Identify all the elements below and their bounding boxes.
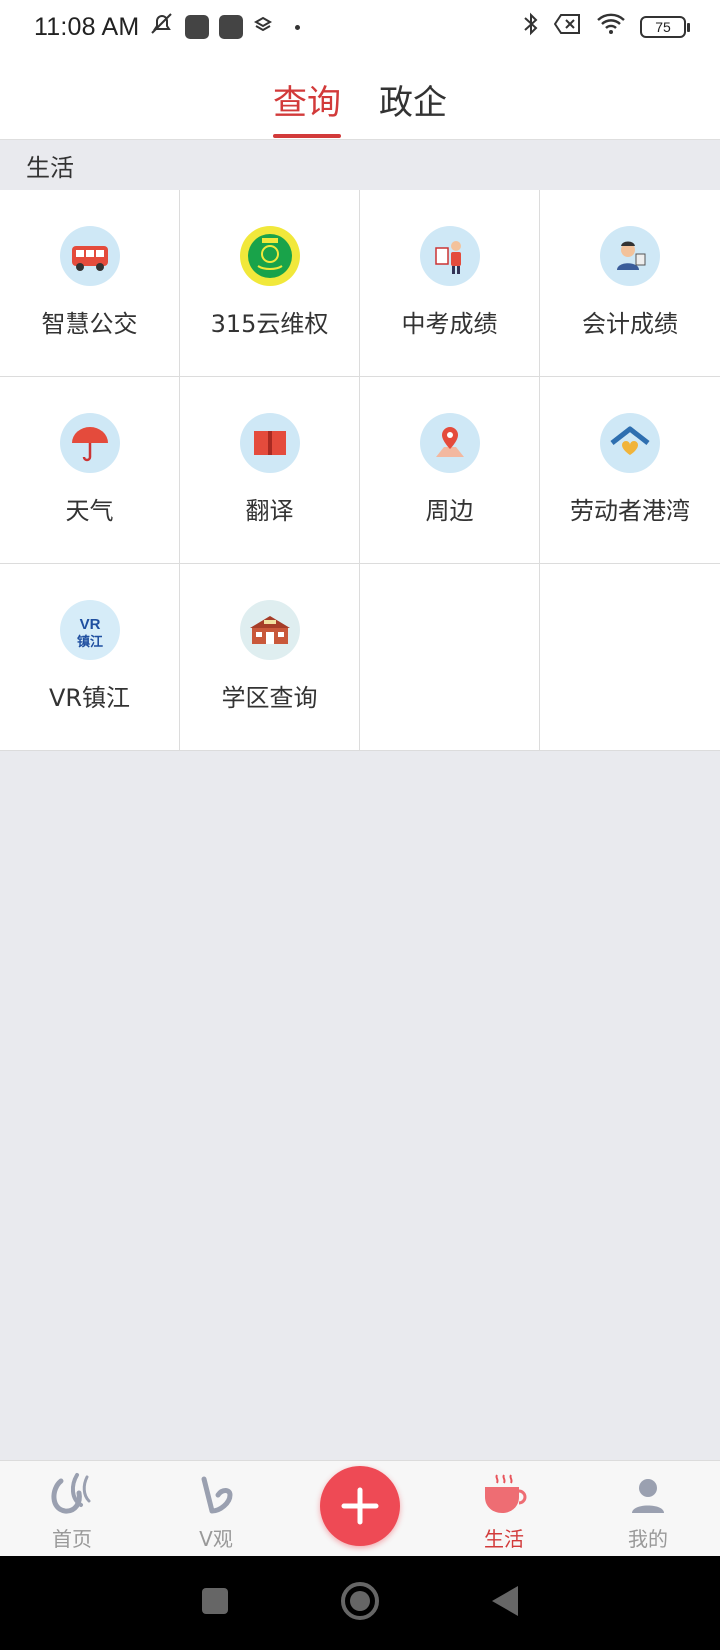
layers-icon (253, 13, 273, 41)
vr-zhenjiang-icon: VR 镇江 (59, 600, 120, 660)
home-logo-icon (47, 1471, 97, 1521)
wifi-icon (596, 13, 626, 41)
grid-item-label: 翻译 (245, 497, 294, 525)
status-time: 11:08 AM (34, 12, 140, 41)
nav-home[interactable]: 首页 (12, 1460, 132, 1556)
tab-query[interactable]: 查询 (273, 54, 341, 140)
nav-v-view[interactable]: V观 (156, 1460, 276, 1556)
home-button[interactable] (340, 1581, 380, 1625)
grid-item-label: 会计成绩 (582, 310, 678, 338)
nav-label: 我的 (628, 1527, 668, 1551)
grid-item-label: 中考成绩 (401, 310, 498, 338)
map-pin-icon (419, 413, 480, 473)
mute-icon (149, 11, 175, 43)
grid-empty-cell (360, 564, 540, 751)
grid-item-315-rights[interactable]: 315云维权 (180, 190, 360, 377)
home-heart-icon (600, 413, 660, 473)
status-bar: 11:08 AM 75 (0, 0, 720, 54)
cup-icon (479, 1471, 529, 1521)
school-icon (239, 600, 300, 660)
exam-score-icon (419, 226, 480, 286)
app-icon (219, 15, 244, 39)
rights-badge-icon (239, 226, 300, 286)
bottom-nav: 首页 V观 生活 我的 (0, 1460, 720, 1556)
grid-item-weather[interactable]: 天气 (0, 377, 180, 564)
nav-label: V观 (199, 1527, 233, 1551)
grid-item-translate[interactable]: 翻译 (180, 377, 360, 564)
nav-mine[interactable]: 我的 (588, 1460, 708, 1556)
back-button[interactable] (490, 1584, 520, 1622)
nav-add-button[interactable] (300, 1460, 420, 1556)
top-tab-bar: 查询 政企 (0, 54, 720, 140)
grid-item-labor-harbor[interactable]: 劳动者港湾 (540, 377, 720, 564)
grid-item-school-district[interactable]: 学区查询 (180, 564, 360, 751)
recents-button[interactable] (200, 1586, 230, 1620)
system-nav-bar (0, 1556, 720, 1650)
grid-item-exam-score[interactable]: 中考成绩 (360, 190, 540, 377)
grid-item-nearby[interactable]: 周边 (360, 377, 540, 564)
grid-empty-cell (540, 564, 720, 751)
status-left: 11:08 AM (34, 11, 301, 43)
app-icon (185, 15, 210, 39)
umbrella-icon (59, 413, 120, 473)
grid-item-label: 劳动者港湾 (570, 497, 690, 525)
v-icon (196, 1475, 236, 1521)
nav-label: 首页 (52, 1527, 92, 1551)
status-right: 75 (522, 11, 690, 43)
sim-off-icon (553, 13, 582, 41)
nav-life[interactable]: 生活 (444, 1460, 564, 1556)
svg-text:VR: VR (79, 616, 100, 633)
grid-item-label: VR镇江 (48, 684, 131, 712)
accountant-icon (600, 226, 660, 286)
bluetooth-icon (522, 11, 540, 43)
svg-text:镇江: 镇江 (76, 634, 102, 650)
grid-item-label: 天气 (65, 497, 114, 525)
grid-item-label: 智慧公交 (41, 310, 138, 338)
bus-icon (59, 226, 120, 286)
book-icon (239, 413, 300, 473)
service-grid: 智慧公交 315云维权 中考成绩 会计成绩 天气 翻译 周边 劳动者港湾 VR … (0, 190, 720, 751)
grid-item-label: 周边 (425, 497, 474, 525)
section-title: 生活 (0, 140, 720, 190)
grid-item-label: 学区查询 (221, 684, 318, 712)
nav-label: 生活 (484, 1527, 524, 1551)
grid-item-accountant-score[interactable]: 会计成绩 (540, 190, 720, 377)
grid-item-vr-zhenjiang[interactable]: VR 镇江 VR镇江 (0, 564, 180, 751)
user-icon (626, 1473, 670, 1521)
grid-item-smart-bus[interactable]: 智慧公交 (0, 190, 180, 377)
tab-government[interactable]: 政企 (379, 54, 447, 140)
dot-icon (295, 24, 301, 30)
plus-icon (320, 1466, 400, 1546)
grid-item-label: 315云维权 (210, 310, 329, 338)
battery-icon: 75 (640, 16, 690, 38)
